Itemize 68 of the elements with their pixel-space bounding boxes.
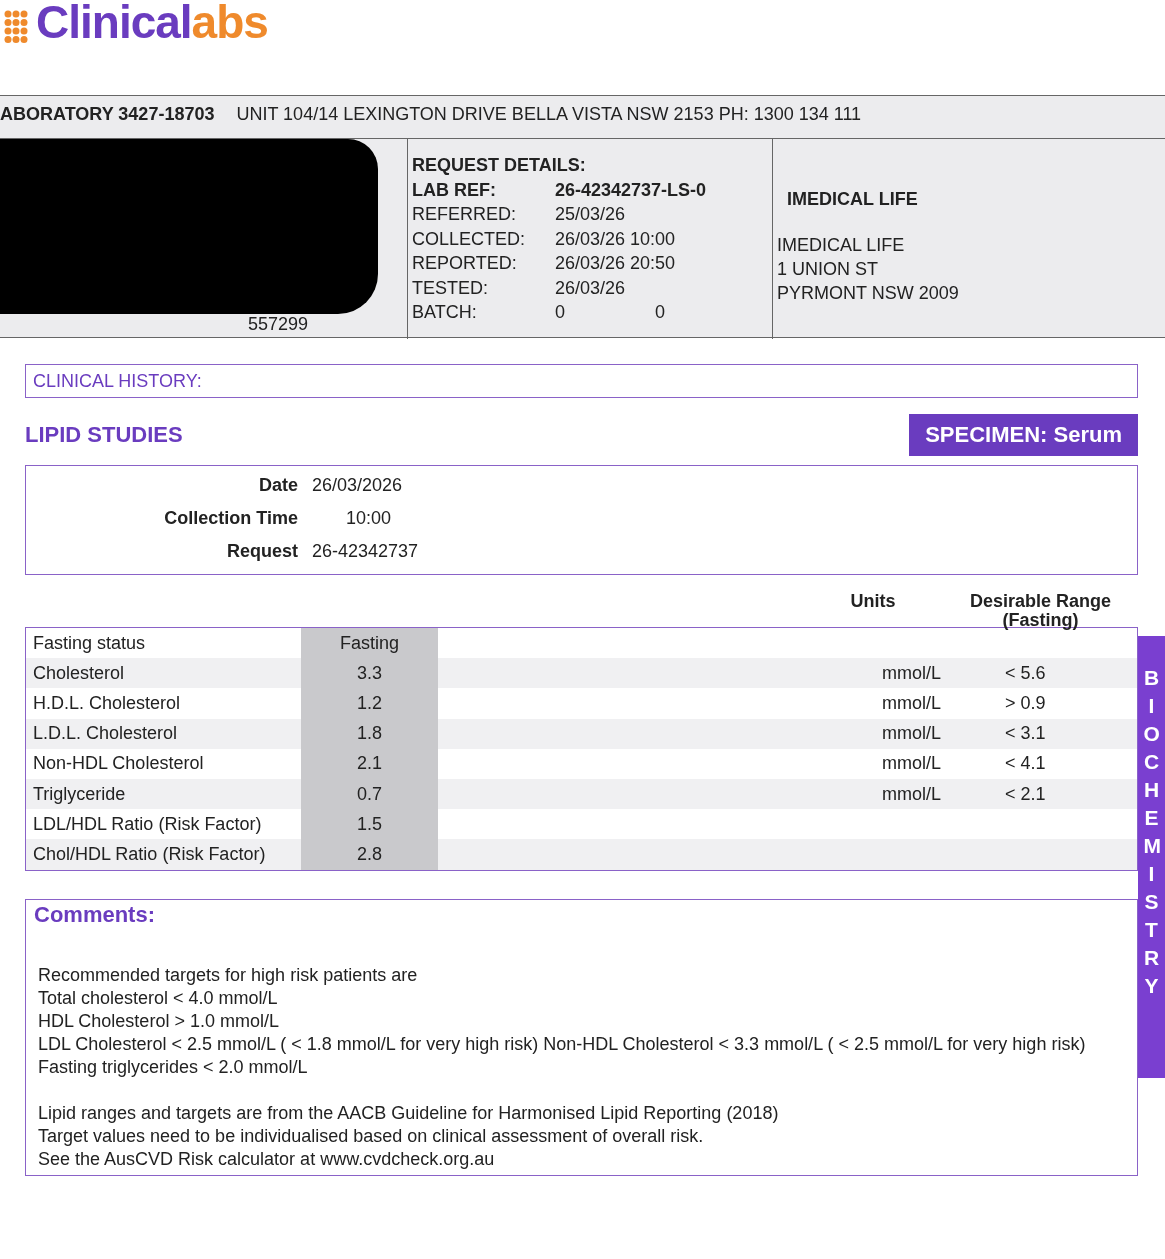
units-cell: mmol/L bbox=[882, 723, 941, 745]
detail-label: BATCH: bbox=[412, 301, 478, 324]
column-header: Desirable Range (Fasting) bbox=[968, 590, 1113, 630]
recipient-address-line: 1 UNION ST bbox=[777, 258, 879, 281]
laboratory-address: UNIT 104/14 LEXINGTON DRIVE BELLA VISTA NSW 2153 PH: 1300 134 111 bbox=[236, 103, 862, 125]
units-cell: mmol/L bbox=[882, 783, 941, 805]
units-cell: mmol/L bbox=[882, 692, 941, 714]
collection-label: Collection Time bbox=[163, 507, 298, 530]
test-name: Non-HDL Cholesterol bbox=[32, 752, 205, 776]
units-cell: mmol/L bbox=[882, 662, 941, 684]
collection-value: 26-42342737 bbox=[312, 540, 420, 563]
test-name: Triglyceride bbox=[32, 782, 127, 806]
patient-reference: 557299 bbox=[248, 313, 309, 335]
logo-wordmark: Clinicalabs bbox=[36, 0, 268, 44]
detail-label: TESTED: bbox=[412, 276, 489, 300]
comment-line: LDL Cholesterol < 2.5 mmol/L ( < 1.8 mmol/L for very high risk) Non-HDL Cholesterol < 3.3 mmol/L ( < 2.5 mmol/L for very high risk) Fasting triglycerides < 2.0 mmol/L bbox=[38, 1032, 1087, 1079]
detail-value: 26/03/26 20:50 bbox=[555, 252, 676, 275]
test-name: H.D.L. Cholesterol bbox=[32, 691, 182, 715]
specimen-label: SPECIMEN: Serum bbox=[909, 414, 1138, 456]
recipient-title: IMEDICAL LIFE bbox=[787, 188, 919, 211]
test-name: L.D.L. Cholesterol bbox=[32, 722, 179, 746]
result-value: 2.1 bbox=[301, 748, 438, 779]
detail-value: 26/03/26 10:00 bbox=[555, 227, 676, 251]
range-cell: < 5.6 bbox=[1005, 662, 1046, 684]
recipient-address-line: IMEDICAL LIFE bbox=[777, 234, 906, 257]
result-value: 2.8 bbox=[301, 839, 438, 870]
units-cell: mmol/L bbox=[882, 753, 941, 775]
result-value: 1.2 bbox=[301, 688, 438, 719]
recipient-address-line: PYRMONT NSW 2009 bbox=[777, 282, 960, 305]
detail-value: 26/03/26 bbox=[555, 276, 626, 300]
range-cell: < 3.1 bbox=[1005, 723, 1046, 745]
test-name: LDL/HDL Ratio (Risk Factor) bbox=[32, 812, 263, 836]
range-cell: > 0.9 bbox=[1005, 692, 1046, 714]
test-name: Chol/HDL Ratio (Risk Factor) bbox=[32, 842, 267, 866]
range-cell: < 2.1 bbox=[1005, 783, 1046, 805]
collection-label: Request bbox=[226, 540, 298, 563]
collection-value: 26/03/2026 bbox=[312, 474, 404, 497]
detail-value: 0 bbox=[655, 301, 666, 324]
section-title: LIPID STUDIES bbox=[25, 422, 183, 448]
test-name: Cholesterol bbox=[32, 661, 126, 685]
clinical-history-field: CLINICAL HISTORY: bbox=[25, 364, 1138, 398]
laboratory-id: ABORATORY 3427-18703 bbox=[0, 103, 215, 125]
detail-label: REFERRED: bbox=[412, 203, 517, 226]
result-value: Fasting bbox=[301, 628, 438, 659]
detail-value: 26-42342737-LS-0 bbox=[555, 178, 707, 202]
detail-value: 0 bbox=[555, 301, 565, 324]
detail-label: COLLECTED: bbox=[412, 227, 527, 251]
request-details-title: REQUEST DETAILS: bbox=[412, 154, 587, 177]
test-name: Fasting status bbox=[32, 631, 147, 655]
comment-line: HDL Cholesterol > 1.0 mmol/L bbox=[38, 1009, 280, 1033]
detail-label: REPORTED: bbox=[412, 252, 518, 275]
dots-icon bbox=[4, 10, 30, 44]
result-value: 3.3 bbox=[301, 658, 438, 689]
collection-label: Date bbox=[258, 474, 298, 497]
comment-line: Lipid ranges and targets are from the AACB Guideline for Harmonised Lipid Reporting (2018) bbox=[38, 1101, 780, 1125]
comment-line: See the AusCVD Risk calculator at www.cvdcheck.org.au bbox=[38, 1147, 496, 1171]
range-cell: < 4.1 bbox=[1005, 753, 1046, 775]
result-value: 1.8 bbox=[301, 718, 438, 749]
result-value: 0.7 bbox=[301, 778, 438, 810]
comments-title: Comments: bbox=[34, 901, 156, 928]
comment-line: Recommended targets for high risk patients are bbox=[38, 963, 419, 987]
detail-value: 25/03/26 bbox=[555, 203, 626, 226]
comment-line: Total cholesterol < 4.0 mmol/L bbox=[38, 986, 279, 1010]
column-header: Units bbox=[849, 590, 897, 613]
comment-line: Target values need to be individualised based on clinical assessment of overall risk. bbox=[38, 1124, 705, 1148]
collection-value: 10:00 bbox=[345, 507, 393, 530]
detail-label: LAB REF: bbox=[412, 178, 497, 202]
result-value: 1.5 bbox=[301, 809, 438, 840]
